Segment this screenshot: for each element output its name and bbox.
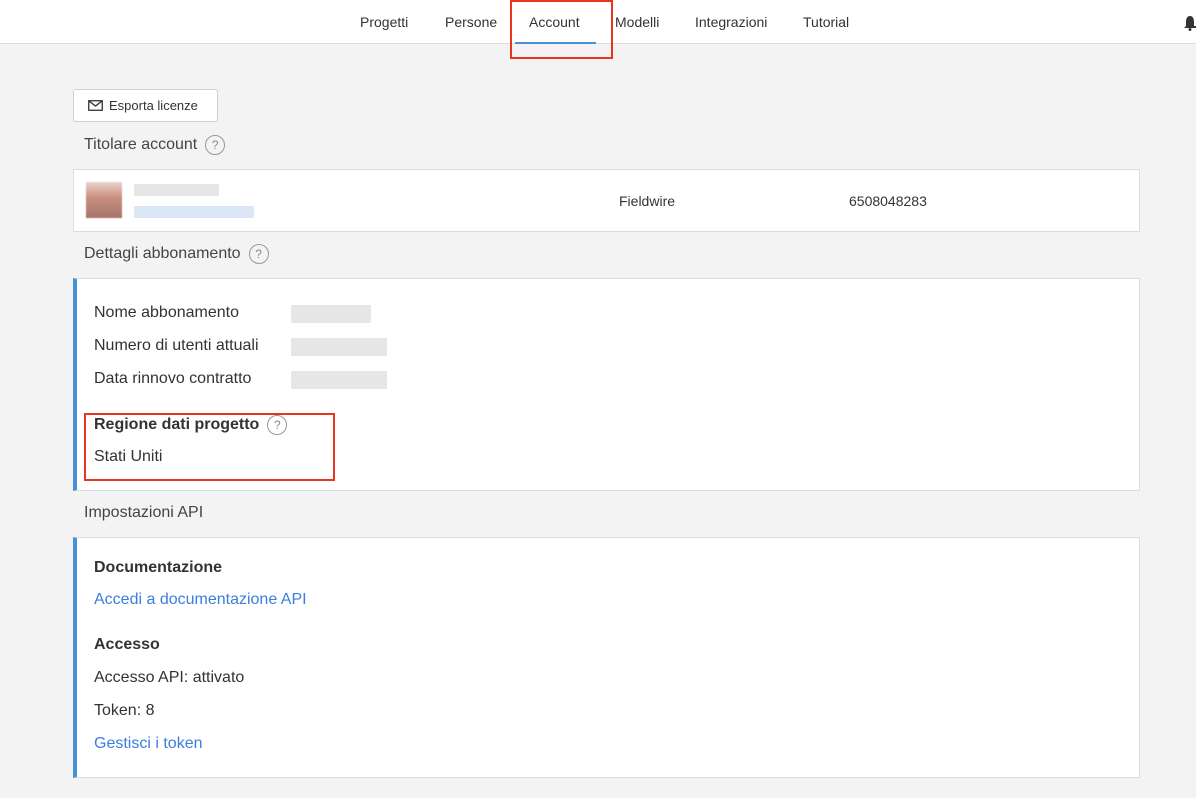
docs-title: Documentazione (94, 559, 223, 576)
help-icon[interactable]: ? (248, 244, 269, 264)
api-docs-link[interactable]: Accedi a documentazione API (94, 591, 307, 609)
subscription-section-label: Dettagli abbonamento (84, 245, 241, 262)
api-section-label: Impostazioni API (84, 504, 204, 521)
current-users-label: Numero di utenti attuali (94, 337, 259, 354)
tab-tutorial[interactable]: Tutorial (803, 0, 849, 44)
subscription-section-title: Dettagli abbonamento ? (84, 244, 269, 264)
manage-tokens-link[interactable]: Gestisci i token (94, 735, 202, 753)
redacted-owner-name (134, 184, 219, 196)
api-card: Documentazione Accedi a documentazione A… (73, 537, 1140, 778)
owner-section-title: Titolare account ? (84, 135, 226, 155)
tab-progetti[interactable]: Progetti (360, 0, 408, 44)
region-value: Stati Uniti (94, 448, 163, 465)
owner-company: Fieldwire (619, 193, 676, 209)
help-icon[interactable]: ? (205, 135, 226, 155)
owner-phone: 6508048283 (849, 193, 927, 209)
redacted-renewal-date (291, 371, 387, 389)
redacted-owner-email (134, 206, 254, 218)
access-title: Accesso (94, 636, 160, 653)
envelope-icon (88, 100, 103, 111)
region-title-label: Regione dati progetto (94, 416, 260, 433)
renewal-date-label: Data rinnovo contratto (94, 370, 252, 387)
bell-icon[interactable] (1184, 15, 1196, 31)
export-licenses-label: Esporta licenze (109, 98, 198, 113)
subscription-card: Nome abbonamento Numero di utenti attual… (73, 278, 1140, 491)
token-count: Token: 8 (94, 702, 155, 719)
export-licenses-button[interactable]: Esporta licenze (73, 89, 218, 122)
region-title: Regione dati progetto ? (94, 415, 288, 435)
api-section-title: Impostazioni API (84, 504, 203, 522)
tab-modelli[interactable]: Modelli (615, 0, 659, 44)
api-access-status: Accesso API: attivato (94, 669, 245, 686)
tab-account[interactable]: Account (515, 0, 596, 44)
avatar (86, 182, 122, 218)
owner-card: Fieldwire 6508048283 (73, 169, 1140, 232)
tab-persone[interactable]: Persone (445, 0, 497, 44)
help-icon[interactable]: ? (267, 415, 288, 435)
top-nav: Progetti Persone Account Modelli Integra… (0, 0, 1196, 44)
redacted-user-count (291, 338, 387, 356)
owner-section-label: Titolare account (84, 136, 198, 153)
tab-integrazioni[interactable]: Integrazioni (695, 0, 767, 44)
redacted-plan-name (291, 305, 371, 323)
plan-name-label: Nome abbonamento (94, 304, 239, 321)
